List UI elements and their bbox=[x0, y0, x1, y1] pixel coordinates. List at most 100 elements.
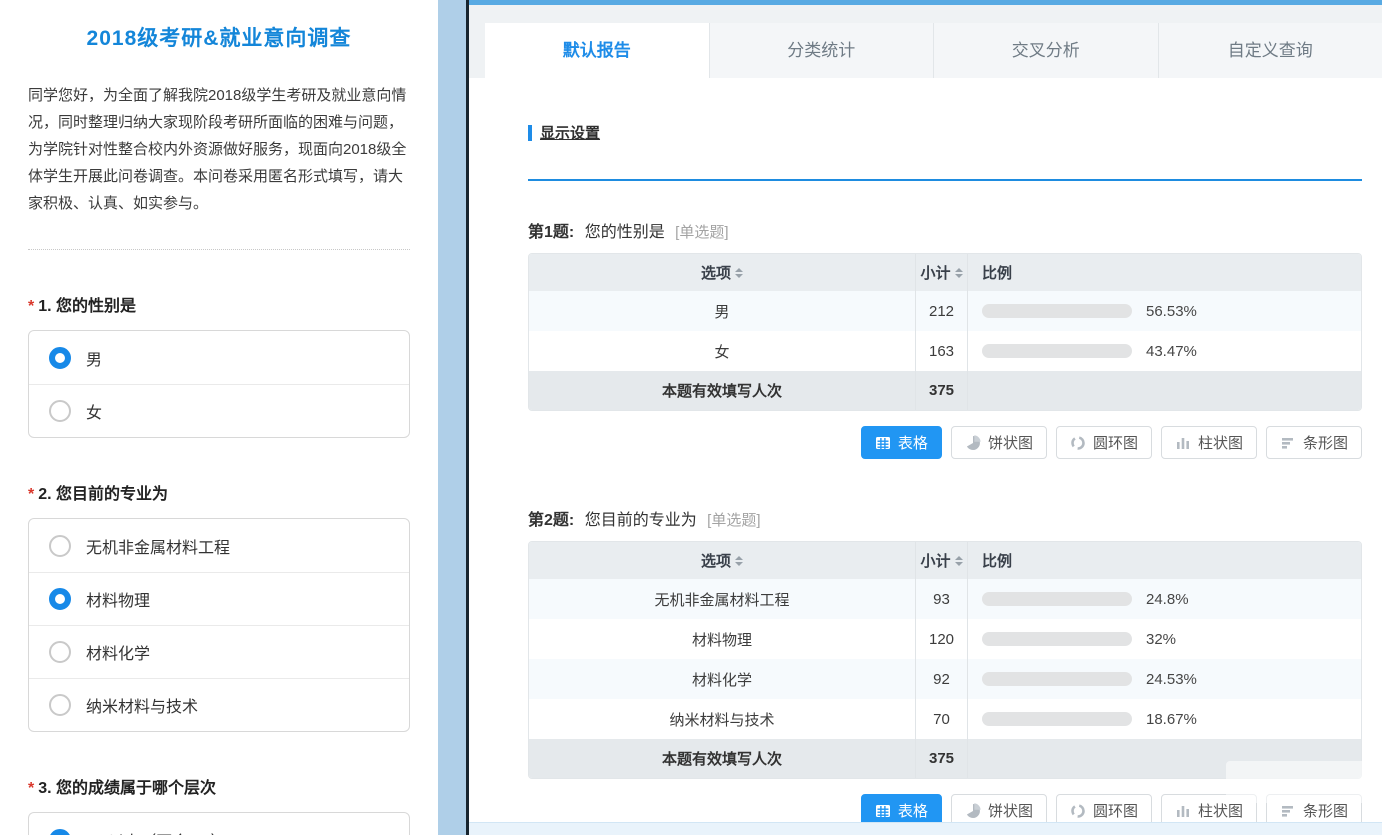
panel-gap bbox=[438, 0, 466, 835]
sort-icon[interactable] bbox=[955, 556, 963, 566]
result-question-type: [单选题] bbox=[675, 224, 728, 241]
option-nano-material[interactable]: 纳米材料与技术 bbox=[29, 678, 409, 731]
button-label: 条形图 bbox=[1303, 432, 1348, 453]
sort-icon[interactable] bbox=[735, 556, 743, 566]
bar-chart-button[interactable]: 条形图 bbox=[1266, 426, 1362, 459]
chart-type-buttons: 表格 饼状图 圆环图 柱状图 条形图 bbox=[528, 426, 1362, 459]
survey-description: 同学您好，为全面了解我院2018级学生考研及就业意向情况，同时整理归纳大家现阶段… bbox=[28, 82, 410, 217]
survey-question-1: *1. 您的性别是 男 女 bbox=[28, 292, 410, 438]
tab-default-report[interactable]: 默认报告 bbox=[485, 23, 710, 78]
option-female[interactable]: 女 bbox=[29, 384, 409, 437]
donut-chart-button[interactable]: 圆环图 bbox=[1056, 426, 1152, 459]
ratio-percent: 56.53% bbox=[1146, 303, 1197, 320]
ratio-bar bbox=[982, 632, 1132, 646]
header-ratio-label: 比例 bbox=[982, 262, 1012, 283]
column-chart-icon bbox=[1175, 803, 1191, 819]
display-settings: 显示设置 bbox=[528, 122, 1362, 143]
pie-icon bbox=[965, 435, 981, 451]
column-chart-icon bbox=[1175, 435, 1191, 451]
table-row: 女 163 43.47% bbox=[529, 331, 1361, 371]
options-box: 3.5以上（不含3.5） bbox=[28, 812, 410, 835]
cell-count: 163 bbox=[915, 331, 967, 371]
cell-ratio: 56.53% bbox=[967, 291, 1361, 331]
table-icon bbox=[875, 803, 891, 819]
report-tabs: 默认报告 分类统计 交叉分析 自定义查询 bbox=[469, 5, 1382, 78]
question-title: 您目前的专业为 bbox=[56, 486, 168, 503]
footer-empty bbox=[967, 739, 1361, 778]
blue-divider bbox=[528, 179, 1362, 181]
cell-count: 70 bbox=[915, 699, 967, 739]
option-inorganic[interactable]: 无机非金属材料工程 bbox=[29, 519, 409, 572]
header-option[interactable]: 选项 bbox=[529, 542, 915, 579]
button-label: 柱状图 bbox=[1198, 800, 1243, 821]
survey-question-3: *3. 您的成绩属于哪个层次 3.5以上（不含3.5） bbox=[28, 774, 410, 835]
footer-label: 本题有效填写人次 bbox=[529, 739, 915, 778]
cell-ratio: 32% bbox=[967, 619, 1361, 659]
cell-option: 材料化学 bbox=[529, 659, 915, 699]
table-row: 无机非金属材料工程 93 24.8% bbox=[529, 579, 1361, 619]
question-number: 3. bbox=[38, 780, 51, 797]
button-label: 饼状图 bbox=[988, 432, 1033, 453]
cell-ratio: 18.67% bbox=[967, 699, 1361, 739]
result-question-no: 第1题: bbox=[528, 224, 574, 241]
ratio-percent: 43.47% bbox=[1146, 343, 1197, 360]
table-header-row: 选项 小计 比例 bbox=[529, 254, 1361, 291]
option-gpa-above[interactable]: 3.5以上（不含3.5） bbox=[29, 813, 409, 835]
ratio-bar bbox=[982, 712, 1132, 726]
option-material-chemistry[interactable]: 材料化学 bbox=[29, 625, 409, 678]
column-chart-button[interactable]: 柱状图 bbox=[1161, 426, 1257, 459]
header-option-label: 选项 bbox=[701, 550, 731, 571]
bar-chart-icon bbox=[1280, 803, 1296, 819]
result-question-title: 您的性别是 bbox=[585, 224, 665, 241]
sort-icon[interactable] bbox=[955, 268, 963, 278]
radio-selected-icon[interactable] bbox=[49, 829, 71, 835]
stats-table: 选项 小计 比例 无机非金属材料工程 93 bbox=[528, 541, 1362, 779]
table-footer-row: 本题有效填写人次 375 bbox=[529, 739, 1361, 778]
cell-ratio: 24.53% bbox=[967, 659, 1361, 699]
ratio-percent: 24.53% bbox=[1146, 671, 1197, 688]
radio-unselected-icon[interactable] bbox=[49, 400, 71, 422]
button-label: 圆环图 bbox=[1093, 432, 1138, 453]
table-header-row: 选项 小计 比例 bbox=[529, 542, 1361, 579]
display-settings-link[interactable]: 显示设置 bbox=[540, 122, 600, 143]
header-count[interactable]: 小计 bbox=[915, 542, 967, 579]
question-label: *1. 您的性别是 bbox=[28, 292, 410, 316]
ratio-bar bbox=[982, 344, 1132, 358]
question-number: 2. bbox=[38, 486, 51, 503]
button-label: 饼状图 bbox=[988, 800, 1033, 821]
radio-unselected-icon[interactable] bbox=[49, 694, 71, 716]
question-title: 您的性别是 bbox=[56, 298, 136, 315]
option-material-physics[interactable]: 材料物理 bbox=[29, 572, 409, 625]
table-view-button[interactable]: 表格 bbox=[861, 426, 942, 459]
tab-category-stats[interactable]: 分类统计 bbox=[710, 23, 935, 78]
footer-count: 375 bbox=[915, 739, 967, 778]
button-label: 条形图 bbox=[1303, 800, 1348, 821]
footer-empty bbox=[967, 371, 1361, 410]
cell-ratio: 43.47% bbox=[967, 331, 1361, 371]
radio-selected-icon[interactable] bbox=[49, 347, 71, 369]
option-male[interactable]: 男 bbox=[29, 331, 409, 384]
table-footer-row: 本题有效填写人次 375 bbox=[529, 371, 1361, 410]
header-count[interactable]: 小计 bbox=[915, 254, 967, 291]
radio-unselected-icon[interactable] bbox=[49, 535, 71, 557]
report-content: 显示设置 第1题: 您的性别是 [单选题] 选项 小计 bbox=[469, 122, 1382, 827]
pie-chart-button[interactable]: 饼状图 bbox=[951, 426, 1047, 459]
header-option[interactable]: 选项 bbox=[529, 254, 915, 291]
tab-cross-analysis[interactable]: 交叉分析 bbox=[934, 23, 1159, 78]
result-heading: 第2题: 您目前的专业为 [单选题] bbox=[528, 506, 1362, 530]
header-count-label: 小计 bbox=[920, 550, 950, 571]
sort-icon[interactable] bbox=[735, 268, 743, 278]
radio-unselected-icon[interactable] bbox=[49, 641, 71, 663]
required-star: * bbox=[28, 780, 34, 797]
header-count-label: 小计 bbox=[920, 262, 950, 283]
option-label: 3.5以上（不含3.5） bbox=[86, 828, 227, 835]
table-row: 纳米材料与技术 70 18.67% bbox=[529, 699, 1361, 739]
result-heading: 第1题: 您的性别是 [单选题] bbox=[528, 218, 1362, 242]
result-question-title: 您目前的专业为 bbox=[585, 512, 697, 529]
required-star: * bbox=[28, 486, 34, 503]
survey-question-2: *2. 您目前的专业为 无机非金属材料工程 材料物理 材料化学 纳米材料与技术 bbox=[28, 480, 410, 732]
tab-custom-query[interactable]: 自定义查询 bbox=[1159, 23, 1382, 78]
table-row: 男 212 56.53% bbox=[529, 291, 1361, 331]
options-box: 无机非金属材料工程 材料物理 材料化学 纳米材料与技术 bbox=[28, 518, 410, 732]
radio-selected-icon[interactable] bbox=[49, 588, 71, 610]
